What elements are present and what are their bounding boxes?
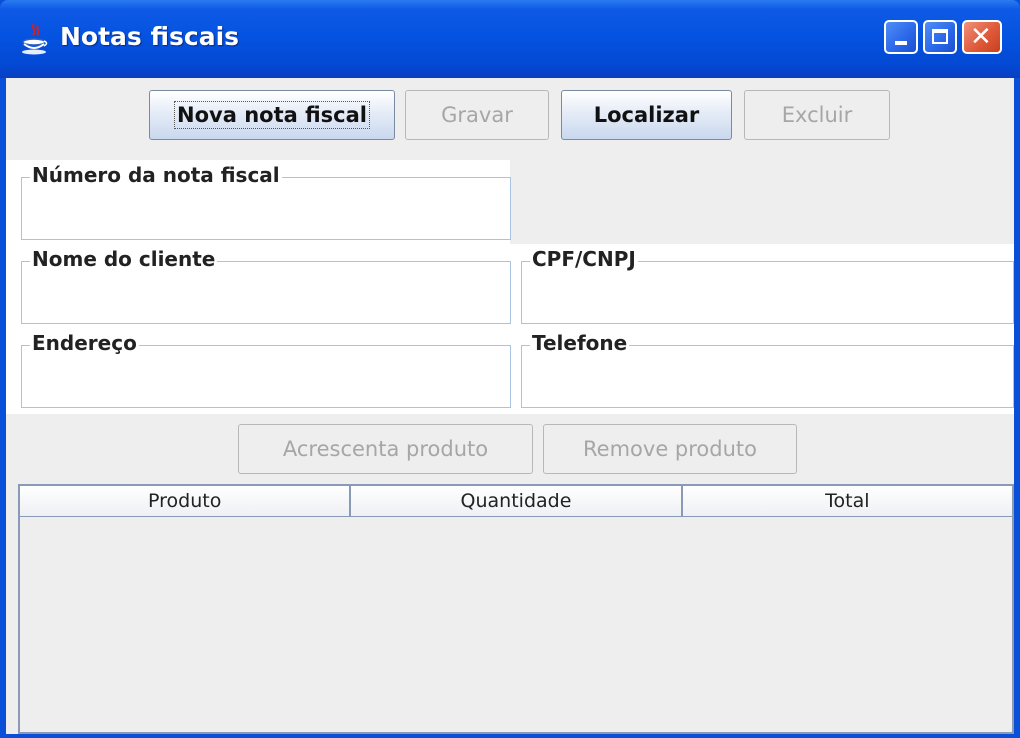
save-button[interactable]: Gravar bbox=[405, 90, 549, 140]
add-product-button[interactable]: Acrescenta produto bbox=[238, 424, 533, 474]
app-window: Notas fiscais ✕ Nova nota fiscal Gravar … bbox=[0, 0, 1020, 738]
address-label: Endereço bbox=[30, 331, 139, 355]
invoice-number-field[interactable]: Número da nota fiscal bbox=[21, 163, 511, 240]
client-name-input[interactable] bbox=[26, 280, 506, 319]
new-invoice-button[interactable]: Nova nota fiscal bbox=[149, 90, 395, 140]
minimize-icon bbox=[895, 41, 907, 45]
remove-product-button[interactable]: Remove produto bbox=[543, 424, 797, 474]
java-cup-icon bbox=[22, 23, 48, 55]
phone-field[interactable]: Telefone bbox=[521, 331, 1014, 408]
column-header-total[interactable]: Total bbox=[682, 486, 1012, 516]
client-name-label: Nome do cliente bbox=[30, 247, 218, 271]
new-invoice-label: Nova nota fiscal bbox=[174, 101, 370, 129]
address-field[interactable]: Endereço bbox=[21, 331, 511, 408]
minimize-button[interactable] bbox=[884, 20, 918, 54]
close-button[interactable]: ✕ bbox=[962, 20, 1002, 54]
maximize-icon bbox=[932, 29, 948, 44]
cpf-cnpj-field[interactable]: CPF/CNPJ bbox=[521, 247, 1014, 324]
address-input[interactable] bbox=[26, 364, 506, 403]
client-name-field[interactable]: Nome do cliente bbox=[21, 247, 511, 324]
close-icon: ✕ bbox=[970, 22, 992, 52]
cpf-cnpj-label: CPF/CNPJ bbox=[530, 247, 638, 271]
find-button[interactable]: Localizar bbox=[561, 90, 732, 140]
invoice-number-input[interactable] bbox=[26, 196, 506, 235]
products-table[interactable]: Produto Quantidade Total bbox=[18, 484, 1014, 734]
phone-input[interactable] bbox=[526, 364, 1009, 403]
invoice-number-label: Número da nota fiscal bbox=[30, 163, 282, 187]
cpf-cnpj-input[interactable] bbox=[526, 280, 1009, 319]
window-title: Notas fiscais bbox=[60, 22, 240, 51]
title-bar[interactable]: Notas fiscais ✕ bbox=[0, 0, 1020, 78]
column-header-produto[interactable]: Produto bbox=[20, 486, 352, 516]
phone-label: Telefone bbox=[530, 331, 630, 355]
main-panel: Nova nota fiscal Gravar Localizar Exclui… bbox=[6, 78, 1014, 734]
column-header-quantidade[interactable]: Quantidade bbox=[351, 486, 683, 516]
table-header: Produto Quantidade Total bbox=[20, 486, 1012, 517]
maximize-button[interactable] bbox=[923, 20, 957, 54]
delete-button[interactable]: Excluir bbox=[744, 90, 890, 140]
